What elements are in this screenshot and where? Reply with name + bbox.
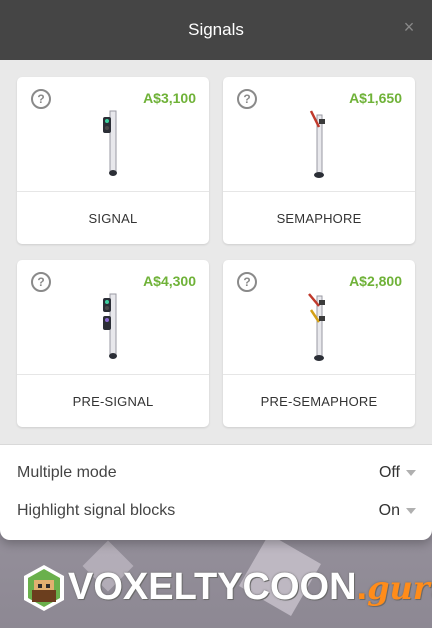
- multiple-mode-label: Multiple mode: [17, 464, 117, 481]
- chevron-down-icon[interactable]: [406, 508, 416, 514]
- watermark-suffix: guru: [367, 569, 432, 607]
- card-label: PRE-SIGNAL: [72, 394, 154, 409]
- dialog-titlebar: Signals ×: [0, 0, 432, 60]
- highlight-blocks-setting[interactable]: Highlight signal blocks On: [0, 492, 432, 530]
- card-price: A$2,800: [349, 273, 402, 289]
- card-divider: [223, 374, 415, 375]
- help-icon[interactable]: ?: [237, 272, 257, 292]
- signal-light-icon: [103, 110, 117, 176]
- highlight-blocks-value[interactable]: On: [379, 502, 400, 520]
- watermark-dot: .: [356, 566, 368, 608]
- signal-cards-grid: ? A$3,100 SIGNAL ? A$1,650 SEMAPHORE ? A…: [0, 60, 432, 444]
- card-price: A$1,650: [349, 90, 402, 106]
- chevron-down-icon[interactable]: [406, 470, 416, 476]
- semaphore-icon: [309, 110, 325, 178]
- voxel-logo-icon: [24, 565, 64, 611]
- card-pre-semaphore[interactable]: ? A$2,800 PRE-SEMAPHORE: [223, 260, 415, 427]
- card-pre-signal[interactable]: ? A$4,300 PRE-SIGNAL: [17, 260, 209, 427]
- pre-signal-light-icon: [103, 293, 117, 359]
- card-price: A$4,300: [143, 273, 196, 289]
- card-divider: [223, 191, 415, 192]
- signals-dialog: Signals × ? A$3,100 SIGNAL ? A$1,650 SEM…: [0, 0, 432, 540]
- help-icon[interactable]: ?: [237, 89, 257, 109]
- settings-divider: [0, 444, 432, 445]
- dialog-title: Signals: [188, 20, 244, 39]
- card-label: PRE-SEMAPHORE: [260, 394, 378, 409]
- card-divider: [17, 374, 209, 375]
- multiple-mode-setting[interactable]: Multiple mode Off: [0, 454, 432, 492]
- help-icon[interactable]: ?: [31, 272, 51, 292]
- close-icon[interactable]: ×: [400, 18, 418, 36]
- highlight-blocks-label: Highlight signal blocks: [17, 502, 176, 519]
- pre-semaphore-icon: [308, 293, 325, 361]
- watermark-text: VOXELTYCOON.guru: [68, 566, 432, 609]
- watermark-logo: VOXELTYCOON.guru: [22, 562, 432, 614]
- card-label: SEMAPHORE: [276, 211, 362, 226]
- card-semaphore[interactable]: ? A$1,650 SEMAPHORE: [223, 77, 415, 244]
- card-price: A$3,100: [143, 90, 196, 106]
- card-divider: [17, 191, 209, 192]
- watermark-brand: VOXELTYCOON: [68, 566, 357, 608]
- help-icon[interactable]: ?: [31, 89, 51, 109]
- card-signal[interactable]: ? A$3,100 SIGNAL: [17, 77, 209, 244]
- card-label: SIGNAL: [88, 211, 138, 226]
- multiple-mode-value[interactable]: Off: [379, 464, 400, 482]
